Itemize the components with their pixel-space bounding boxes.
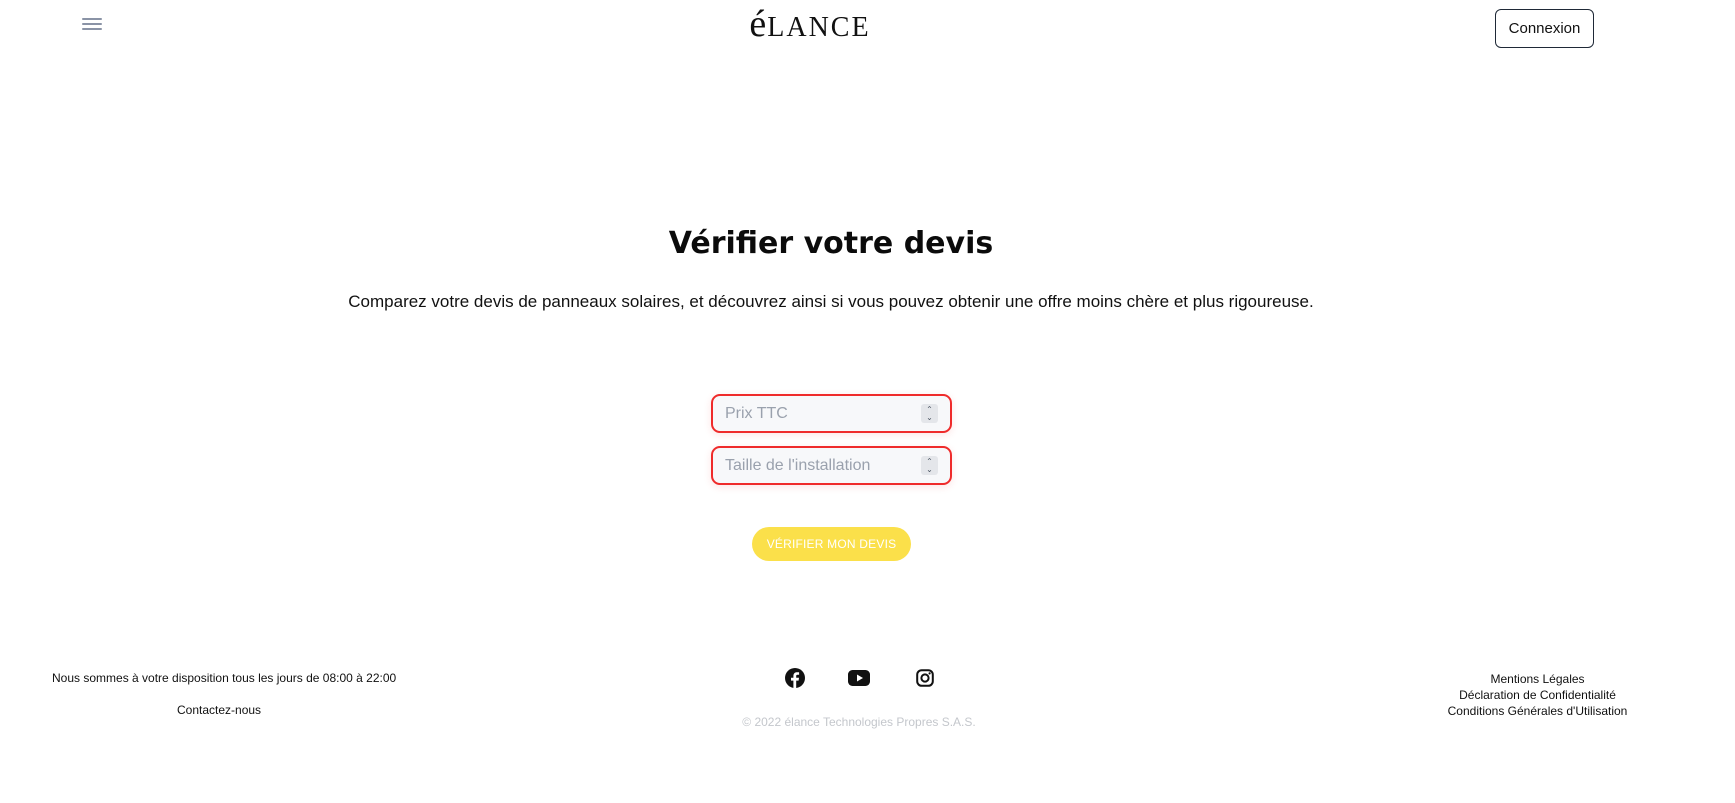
terms-of-use-link[interactable]: Conditions Générales d'Utilisation: [1420, 703, 1655, 719]
number-stepper-icon[interactable]: ⌃ ⌄: [921, 456, 938, 475]
number-stepper-icon[interactable]: ⌃ ⌄: [921, 404, 938, 423]
page-title: Vérifier votre devis: [668, 226, 994, 261]
verify-quote-button[interactable]: VÉRIFIER MON DEVIS: [752, 527, 911, 561]
availability-text: Nous sommes à votre disposition tous les…: [52, 671, 397, 685]
page-subtitle: Comparez votre devis de panneaux solaire…: [348, 292, 1314, 311]
youtube-icon[interactable]: [848, 667, 870, 689]
page: éLANCE Connexion Vérifier votre devis Co…: [0, 0, 1735, 803]
instagram-icon[interactable]: [914, 667, 936, 689]
login-button[interactable]: Connexion: [1495, 9, 1594, 48]
privacy-policy-link[interactable]: Déclaration de Confidentialité: [1420, 687, 1655, 703]
hamburger-menu-icon[interactable]: [82, 16, 102, 32]
price-field: ⌃⌄: [711, 394, 952, 433]
installation-size-input[interactable]: [725, 448, 921, 483]
legal-notice-link[interactable]: Mentions Légales: [1420, 671, 1655, 687]
price-input[interactable]: [725, 396, 921, 431]
logo[interactable]: éLANCE: [720, 2, 900, 46]
facebook-icon[interactable]: [784, 667, 806, 689]
installation-size-field: ⌃⌄: [711, 446, 952, 485]
legal-links: Mentions Légales Déclaration de Confiden…: [1420, 671, 1655, 719]
